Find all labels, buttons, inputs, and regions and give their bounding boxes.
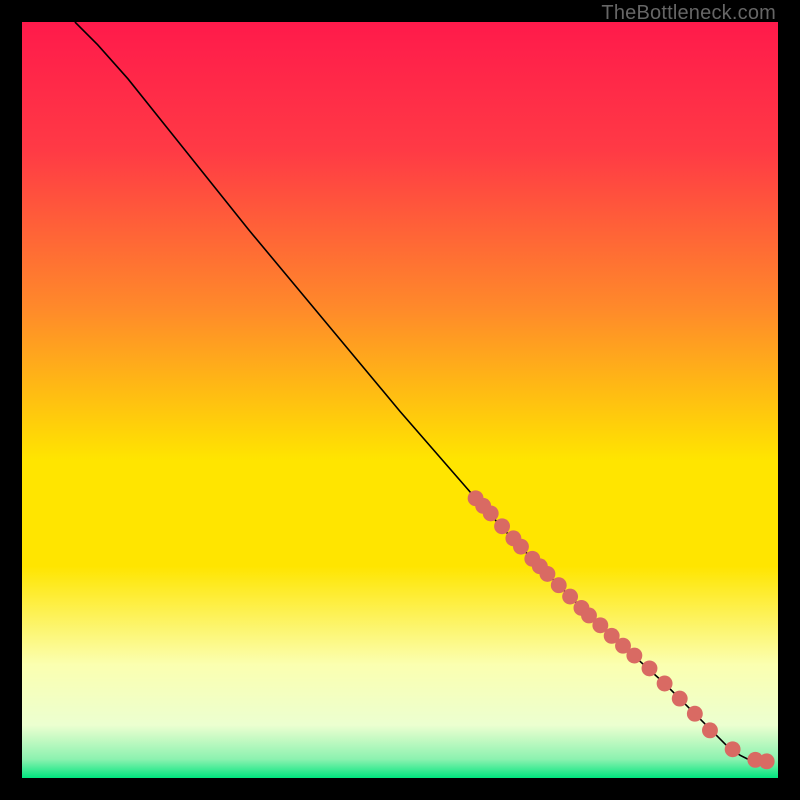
data-point xyxy=(626,648,642,664)
data-point xyxy=(494,518,510,534)
data-point xyxy=(513,539,529,555)
data-point xyxy=(687,706,703,722)
chart-svg xyxy=(22,22,778,778)
data-point xyxy=(657,676,673,692)
data-point xyxy=(672,691,688,707)
data-point xyxy=(702,722,718,738)
data-point xyxy=(725,741,741,757)
data-point xyxy=(483,505,499,521)
data-point xyxy=(642,660,658,676)
gradient-background xyxy=(22,22,778,778)
data-point xyxy=(562,589,578,605)
chart-frame: TheBottleneck.com xyxy=(0,0,800,800)
watermark-label: TheBottleneck.com xyxy=(601,2,776,25)
data-point xyxy=(759,753,775,769)
plot-area xyxy=(22,22,778,778)
data-point xyxy=(551,577,567,593)
data-point xyxy=(539,566,555,582)
